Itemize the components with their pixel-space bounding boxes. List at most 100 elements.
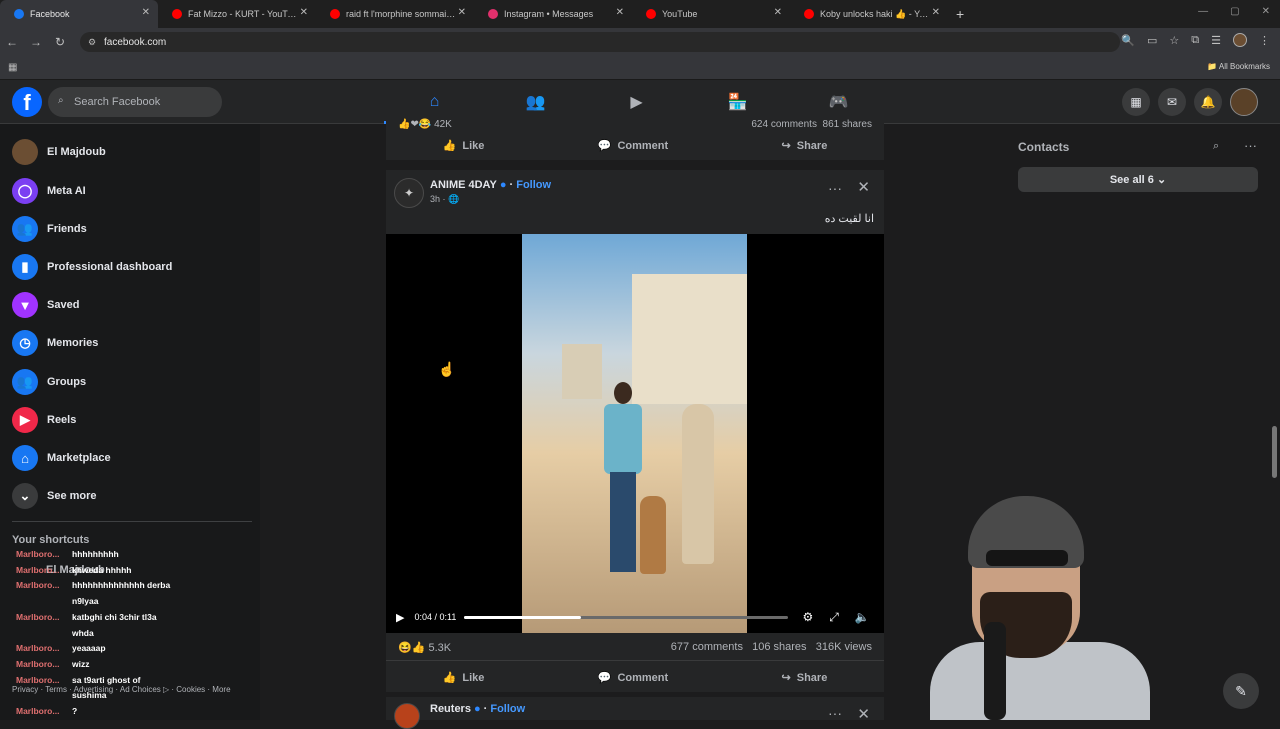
comment-button[interactable]: 💬 Comment bbox=[598, 139, 668, 152]
close-tab-icon[interactable]: ✕ bbox=[932, 7, 940, 18]
chat-message: Marlboro... yeaaaap bbox=[16, 641, 256, 657]
share-button[interactable]: ↪ Share bbox=[782, 671, 828, 684]
youtube-favicon-icon bbox=[172, 9, 182, 19]
apps-grid-icon[interactable]: ▦ bbox=[8, 62, 17, 73]
sidebar-item-marketplace[interactable]: ⌂ Marketplace bbox=[12, 443, 111, 473]
address-bar[interactable]: ⚙ facebook.com bbox=[80, 32, 1120, 52]
url-text: facebook.com bbox=[104, 36, 167, 48]
sidebar-item-see-more[interactable]: ⌄ See more bbox=[12, 481, 97, 511]
previous-post-actions: 👍 Like 💬 Comment ↪ Share bbox=[386, 130, 884, 160]
sidebar-item-saved[interactable]: ▼ Saved bbox=[12, 290, 79, 320]
comment-button[interactable]: 💬 Comment bbox=[598, 671, 668, 684]
like-button[interactable]: 👍 Like bbox=[443, 139, 485, 152]
facebook-logo[interactable]: f bbox=[12, 87, 42, 117]
bookmark-star-icon[interactable]: ☆ bbox=[1169, 34, 1179, 47]
notifications-button[interactable]: 🔔 bbox=[1194, 88, 1222, 116]
minimize-icon[interactable]: — bbox=[1198, 6, 1208, 17]
comment-count[interactable]: 624 comments bbox=[751, 119, 817, 130]
video-player[interactable]: ▶ 0:04 / 0:11 ⚙ ⤢ 🔈 bbox=[386, 234, 884, 633]
search-placeholder: Search Facebook bbox=[74, 96, 161, 108]
extensions-icon[interactable]: ⧉ bbox=[1191, 34, 1199, 47]
sidebar-item-label: Meta AI bbox=[47, 185, 86, 197]
follow-button[interactable]: Follow bbox=[516, 179, 551, 191]
page-name[interactable]: ANIME 4DAY bbox=[430, 179, 497, 191]
tab-youtube-raid[interactable]: raid ft l'morphine sommaire - Y ✕ bbox=[316, 0, 474, 28]
messenger-button[interactable]: ✉ bbox=[1158, 88, 1186, 116]
sidebar-item-professional-dashboard[interactable]: ▮ Professional dashboard bbox=[12, 252, 172, 282]
close-icon[interactable]: ✕ bbox=[857, 705, 870, 723]
close-tab-icon[interactable]: ✕ bbox=[616, 7, 624, 18]
close-tab-icon[interactable]: ✕ bbox=[774, 7, 782, 18]
footer-links[interactable]: Privacy · Terms · Advertising · Ad Choic… bbox=[12, 685, 231, 694]
share-button[interactable]: ↪ Share bbox=[782, 139, 828, 152]
close-window-icon[interactable]: ✕ bbox=[1262, 6, 1270, 17]
reaction-count[interactable]: 👍❤😂 42K bbox=[398, 119, 452, 130]
like-label: Like bbox=[462, 139, 485, 152]
shortcuts-heading: Your shortcuts bbox=[12, 534, 90, 546]
all-bookmarks-button[interactable]: 📁 All Bookmarks bbox=[1207, 62, 1270, 71]
new-tab-button[interactable]: + bbox=[956, 6, 964, 22]
zoom-icon[interactable]: 🔍 bbox=[1121, 34, 1135, 47]
more-options-icon[interactable]: ··· bbox=[828, 705, 842, 721]
microphone-shape bbox=[984, 622, 1006, 720]
webcam-overlay bbox=[920, 492, 1180, 720]
back-icon[interactable]: ← bbox=[0, 35, 24, 49]
verified-badge-icon: ● bbox=[499, 179, 507, 191]
sidebar-item-meta-ai[interactable]: ◯ Meta AI bbox=[12, 176, 86, 206]
reload-icon[interactable]: ↻ bbox=[48, 35, 72, 49]
post-timestamp[interactable]: 3h · 🌐 bbox=[430, 194, 459, 205]
close-icon[interactable]: ✕ bbox=[857, 178, 870, 196]
page-name[interactable]: Reuters bbox=[430, 703, 471, 715]
more-options-icon[interactable]: ··· bbox=[828, 180, 842, 196]
youtube-favicon-icon bbox=[804, 9, 814, 19]
page-avatar[interactable]: ✦ bbox=[394, 178, 424, 208]
browser-menu-icon[interactable]: ⋮ bbox=[1259, 34, 1270, 47]
sidebar-item-reels[interactable]: ▶ Reels bbox=[12, 405, 76, 435]
cast-icon[interactable]: ▭ bbox=[1147, 34, 1157, 47]
play-icon[interactable]: ▶ bbox=[396, 611, 404, 624]
video-progress-bar[interactable] bbox=[464, 615, 789, 619]
share-count[interactable]: 106 shares bbox=[752, 641, 806, 653]
tab-youtube-fat-mizzo[interactable]: Fat Mizzo - KURT - YouTube ✕ bbox=[158, 0, 316, 28]
search-icon[interactable]: ⌕ bbox=[1213, 140, 1219, 153]
comment-count[interactable]: 677 comments bbox=[671, 641, 743, 653]
tab-youtube-koby[interactable]: Koby unlocks haki 👍 - YouTub ✕ bbox=[790, 0, 948, 28]
sidebar-item-groups[interactable]: 👥 Groups bbox=[12, 367, 86, 397]
video-time: 0:04 / 0:11 bbox=[414, 612, 457, 622]
tab-search-icon[interactable]: ☰ bbox=[1211, 34, 1221, 47]
share-count[interactable]: 861 shares bbox=[823, 119, 872, 130]
fullscreen-icon[interactable]: ⤢ bbox=[829, 610, 839, 625]
menu-grid-button[interactable]: ▦ bbox=[1122, 88, 1150, 116]
volume-icon[interactable]: 🔈 bbox=[855, 610, 870, 625]
sidebar-item-profile[interactable]: El Majdoub bbox=[12, 137, 106, 167]
like-button[interactable]: 👍 Like bbox=[443, 671, 485, 684]
sidebar-item-memories[interactable]: ◷ Memories bbox=[12, 328, 98, 358]
browser-profile-avatar[interactable] bbox=[1233, 33, 1247, 47]
forward-icon[interactable]: → bbox=[24, 35, 48, 49]
new-message-button[interactable]: ✎ bbox=[1223, 673, 1259, 709]
close-tab-icon[interactable]: ✕ bbox=[142, 7, 150, 18]
close-tab-icon[interactable]: ✕ bbox=[458, 7, 466, 18]
tab-youtube[interactable]: YouTube ✕ bbox=[632, 0, 790, 28]
sidebar-divider bbox=[12, 521, 252, 522]
facebook-search-input[interactable]: ⌕ Search Facebook bbox=[48, 87, 222, 117]
compose-icon: ✎ bbox=[1235, 682, 1247, 699]
follow-button[interactable]: Follow bbox=[490, 703, 525, 715]
youtube-favicon-icon bbox=[330, 9, 340, 19]
site-info-icon[interactable]: ⚙ bbox=[88, 37, 96, 48]
all-bookmarks-label: All Bookmarks bbox=[1218, 62, 1270, 71]
page-scrollbar[interactable] bbox=[1272, 426, 1277, 478]
close-tab-icon[interactable]: ✕ bbox=[300, 7, 308, 18]
sidebar-item-friends[interactable]: 👥 Friends bbox=[12, 214, 87, 244]
tab-facebook[interactable]: Facebook ✕ bbox=[0, 0, 158, 28]
more-options-icon[interactable]: ··· bbox=[1244, 138, 1257, 153]
see-all-contacts-button[interactable]: See all 6 ⌄ bbox=[1018, 167, 1258, 192]
reuters-avatar[interactable] bbox=[394, 703, 420, 729]
account-avatar[interactable] bbox=[1230, 88, 1258, 116]
facebook-favicon-icon bbox=[14, 9, 24, 19]
tab-instagram[interactable]: Instagram • Messages ✕ bbox=[474, 0, 632, 28]
settings-gear-icon[interactable]: ⚙ bbox=[802, 610, 813, 625]
reaction-count[interactable]: 😆👍 5.3K bbox=[398, 641, 451, 654]
like-icon: 👍 bbox=[442, 139, 457, 152]
maximize-icon[interactable]: ▢ bbox=[1230, 6, 1239, 17]
